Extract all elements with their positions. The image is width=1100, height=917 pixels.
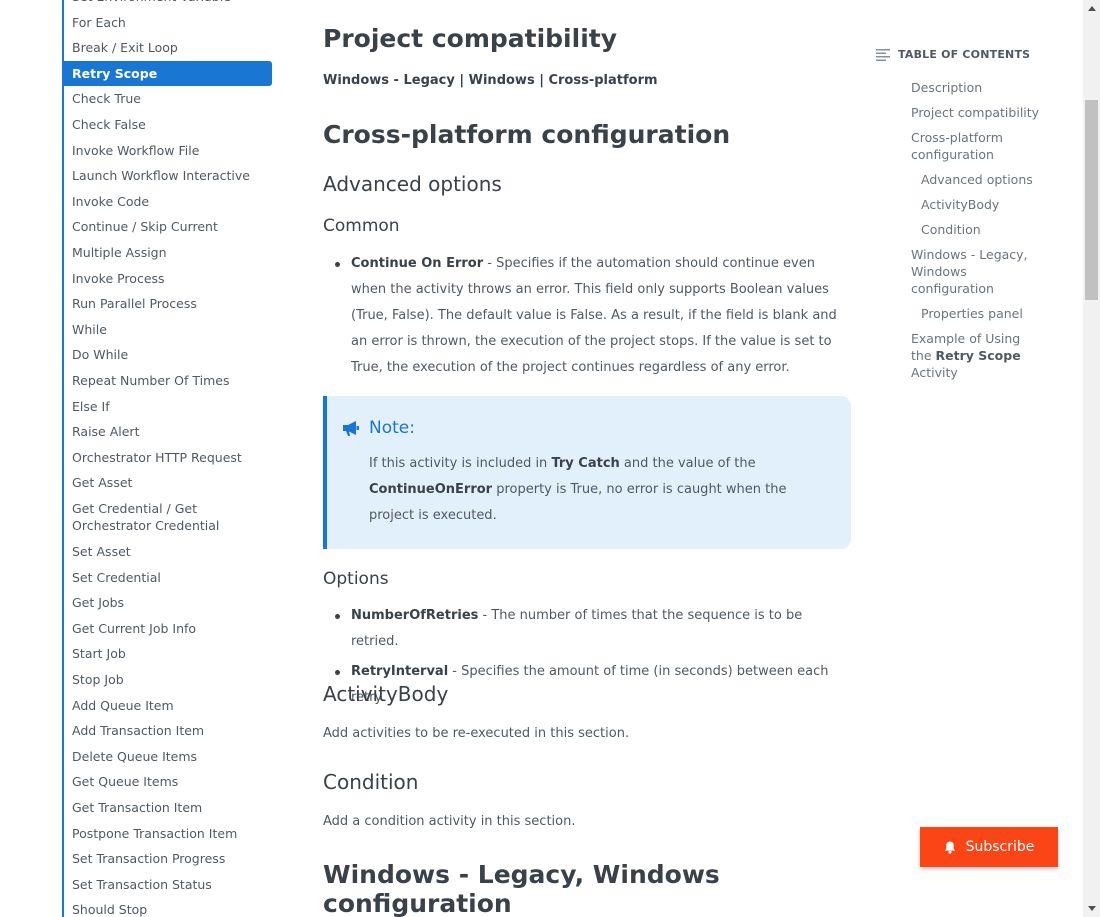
scroll-down-arrow-icon	[1087, 906, 1096, 911]
sidebar-item-get-jobs[interactable]: Get Jobs	[64, 590, 278, 616]
scroll-down-button[interactable]	[1083, 900, 1100, 917]
megaphone-icon	[343, 421, 359, 436]
toc-link-bold-text: Retry Scope	[935, 348, 1021, 363]
page-scrollbar[interactable]	[1083, 0, 1100, 917]
toc-link-project-compatibility[interactable]: Project compatibility	[911, 104, 1061, 121]
condition-text: Add a condition activity in this section…	[323, 814, 576, 829]
heading-project-compatibility: Project compatibility	[323, 24, 618, 53]
sidebar-item-get-current-job-info[interactable]: Get Current Job Info	[64, 616, 278, 642]
list-item-numberofretries: NumberOfRetries - The number of times th…	[323, 603, 851, 655]
subscribe-button[interactable]: Subscribe	[920, 827, 1058, 867]
sidebar-item-add-queue-item[interactable]: Add Queue Item	[64, 693, 278, 719]
sidebar-list: Set Environment Variable For Each Break …	[64, 0, 278, 917]
heading-options: Options	[323, 569, 389, 589]
bell-icon	[944, 841, 955, 854]
sidebar-item-get-transaction-item[interactable]: Get Transaction Item	[64, 795, 278, 821]
sidebar-item-invoke-workflow-file[interactable]: Invoke Workflow File	[64, 138, 278, 164]
scroll-up-arrow-icon	[1087, 6, 1096, 11]
sidebar-item-set-credential[interactable]: Set Credential	[64, 565, 278, 591]
note-body: If this activity is included in Try Catc…	[369, 451, 835, 529]
sidebar-item-postpone-transaction-item[interactable]: Postpone Transaction Item	[64, 821, 278, 847]
sidebar-item-check-true[interactable]: Check True	[64, 86, 278, 112]
term-numberofretries: NumberOfRetries	[351, 608, 479, 623]
toc-header: TABLE OF CONTENTS	[876, 48, 1030, 61]
continue-on-error-description: - Specifies if the automation should con…	[351, 256, 837, 375]
note-term-try-catch: Try Catch	[551, 456, 620, 471]
note-text-part: If this activity is included in	[369, 456, 552, 471]
heading-windows-configuration: Windows - Legacy, Windows configuration	[323, 860, 720, 917]
heading-cross-platform-configuration: Cross-platform configuration	[323, 120, 731, 149]
sidebar-item-for-each[interactable]: For Each	[64, 10, 278, 36]
note-text-part: and the value of the	[619, 456, 756, 471]
sidebar-item-get-queue-items[interactable]: Get Queue Items	[64, 769, 278, 795]
subscribe-label: Subscribe	[965, 839, 1035, 855]
sidebar-item-run-parallel-process[interactable]: Run Parallel Process	[64, 291, 278, 317]
sidebar-item-orchestrator-http-request[interactable]: Orchestrator HTTP Request	[64, 445, 278, 471]
scrollbar-thumb[interactable]	[1085, 100, 1098, 300]
note-term-continueonerror: ContinueOnError	[369, 482, 493, 497]
sidebar-item-start-job[interactable]: Start Job	[64, 641, 278, 667]
note-title: Note:	[369, 418, 415, 438]
toc-link-properties-panel[interactable]: Properties panel	[921, 305, 1061, 322]
compatibility-text: Windows - Legacy | Windows | Cross-platf…	[323, 73, 658, 88]
sidebar-item-invoke-process[interactable]: Invoke Process	[64, 266, 278, 292]
toc-link-advanced-options[interactable]: Advanced options	[921, 171, 1061, 188]
sidebar-item-get-credential[interactable]: Get Credential / Get Orchestrator Creden…	[64, 496, 278, 539]
heading-common: Common	[323, 216, 400, 236]
common-options-list: Continue On Error - Specifies if the aut…	[323, 251, 851, 381]
list-icon	[876, 48, 890, 61]
sidebar-item-while[interactable]: While	[64, 317, 278, 343]
heading-condition: Condition	[323, 770, 419, 794]
toc-link-windows-configuration[interactable]: Windows - Legacy, Windows configuration	[911, 246, 1031, 297]
scroll-up-button[interactable]	[1083, 0, 1100, 17]
sidebar-item-check-false[interactable]: Check False	[64, 112, 278, 138]
sidebar-item-stop-job[interactable]: Stop Job	[64, 667, 278, 693]
toc-link-cross-platform-configuration[interactable]: Cross-platform configuration	[911, 129, 1031, 163]
sidebar-item-continue-skip-current[interactable]: Continue / Skip Current	[64, 214, 278, 240]
sidebar-item-set-asset[interactable]: Set Asset	[64, 539, 278, 565]
toc-link-description[interactable]: Description	[911, 79, 1061, 96]
sidebar-item-retry-scope[interactable]: Retry Scope	[64, 60, 272, 87]
heading-advanced-options: Advanced options	[323, 172, 502, 196]
sidebar-item-should-stop[interactable]: Should Stop	[64, 897, 278, 917]
sidebar-item-do-while[interactable]: Do While	[64, 342, 278, 368]
toc-link-text: Activity	[911, 365, 958, 380]
toc-link-activitybody[interactable]: ActivityBody	[921, 196, 1061, 213]
toc-link-condition[interactable]: Condition	[921, 221, 1061, 238]
sidebar-item-launch-workflow-interactive[interactable]: Launch Workflow Interactive	[64, 163, 278, 189]
sidebar-item-repeat-number-of-times[interactable]: Repeat Number Of Times	[64, 368, 278, 394]
sidebar-item-add-transaction-item[interactable]: Add Transaction Item	[64, 718, 278, 744]
list-item-continue-on-error: Continue On Error - Specifies if the aut…	[323, 251, 851, 381]
toc-link-example-retry-scope[interactable]: Example of Using the Retry Scope Activit…	[911, 330, 1031, 381]
sidebar-item-invoke-code[interactable]: Invoke Code	[64, 189, 278, 215]
note-callout: Note: If this activity is included in Tr…	[323, 396, 851, 549]
sidebar-item-set-transaction-progress[interactable]: Set Transaction Progress	[64, 846, 278, 872]
sidebar-item-delete-queue-items[interactable]: Delete Queue Items	[64, 744, 278, 770]
sidebar-nav: Set Environment Variable For Each Break …	[0, 0, 280, 917]
toc-title: TABLE OF CONTENTS	[898, 48, 1031, 61]
term-retryinterval: RetryInterval	[351, 664, 449, 679]
sidebar-item-set-environment-variable[interactable]: Set Environment Variable	[64, 0, 278, 10]
sidebar-item-get-asset[interactable]: Get Asset	[64, 470, 278, 496]
sidebar-item-set-transaction-status[interactable]: Set Transaction Status	[64, 872, 278, 898]
heading-activitybody: ActivityBody	[323, 682, 449, 706]
sidebar-item-raise-alert[interactable]: Raise Alert	[64, 419, 278, 445]
sidebar-item-break-exit-loop[interactable]: Break / Exit Loop	[64, 35, 278, 61]
activitybody-text: Add activities to be re-executed in this…	[323, 726, 630, 741]
term-continue-on-error: Continue On Error	[351, 256, 484, 271]
sidebar-item-else-if[interactable]: Else If	[64, 394, 278, 420]
sidebar-item-multiple-assign[interactable]: Multiple Assign	[64, 240, 278, 266]
